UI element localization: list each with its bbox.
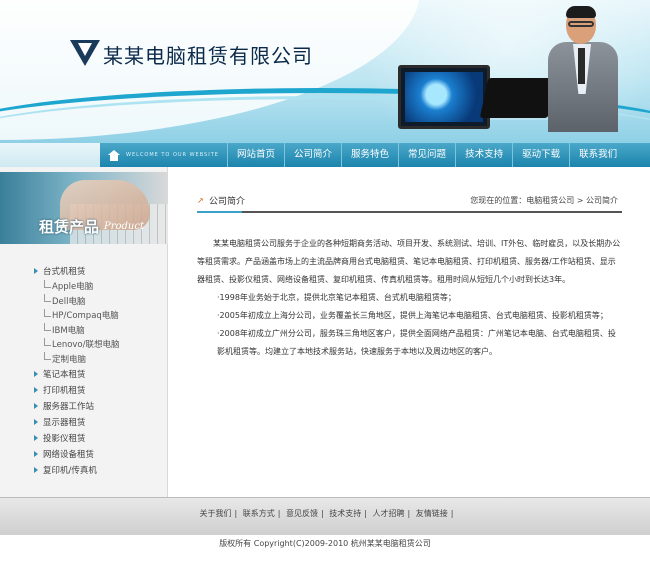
nav-item-about[interactable]: 公司简介 [284,143,341,167]
category-desktop[interactable]: 台式机租赁 [34,263,164,279]
history-item: ·2008年初成立广州分公司，服务珠三角地区客户，提供全面网络产品租赁：广州笔记… [217,329,616,356]
subcategory-label: Lenovo/联想电脑 [52,340,120,351]
nav-item-contact[interactable]: 联系我们 [569,143,626,167]
footer-links: 关于我们 | 联系方式 | 意见反馈 | 技术支持 | 人才招聘 | 友情链接 | [0,508,650,519]
nav-item-faq[interactable]: 常见问题 [398,143,455,167]
welcome-text: WELCOME TO OUR WEBSITE [126,152,219,158]
history-item: ·2005年初成立上海分公司，业务覆盖长三角地区，提供上海笔记本电脑租赁、台式电… [217,311,608,320]
subcategory-lenovo[interactable]: Lenovo/联想电脑 [34,337,164,352]
tree-line-icon [44,337,51,346]
category-server[interactable]: 服务器工作站 [34,398,164,414]
footer-link-jobs[interactable]: 人才招聘 [370,509,408,518]
category-copier[interactable]: 复印机/传真机 [34,462,164,478]
footer-link-feedback[interactable]: 意见反馈 [283,509,321,518]
subcategory-label: Apple电脑 [52,282,94,293]
content-title: 公司简介 [209,197,246,207]
nav-item-home[interactable]: 网站首页 [227,143,284,167]
copyright: 版权所有 Copyright(C)2009-2010 杭州某某电脑租赁公司 [219,539,431,548]
nav-home[interactable]: WELCOME TO OUR WEBSITE [100,143,220,167]
history-item: ·1998年业务始于北京，提供北京笔记本租赁、台式机电脑租赁等； [217,293,456,302]
nav-items: 网站首页 公司简介 服务特色 常见问题 技术支持 驱动下载 联系我们 [227,143,626,167]
tree-line-icon [44,308,51,317]
product-banner: 租赁产品 Product [0,172,168,244]
category-projector[interactable]: 投影仪租赁 [34,430,164,446]
subcategory-hp[interactable]: HP/Compaq电脑 [34,308,164,323]
home-icon[interactable] [108,149,120,161]
sidebar: 租赁产品 Product 台式机租赁 Apple电脑 Dell电脑 HP/Com… [0,167,168,497]
footer-link-contact[interactable]: 联系方式 [240,509,278,518]
sidebar-title: 租赁产品 [39,218,100,236]
monitor-image [398,65,490,129]
arrow-right-icon [34,451,38,457]
category-printer[interactable]: 打印机租赁 [34,382,164,398]
category-label: 复印机/传真机 [43,466,97,476]
nav-item-support[interactable]: 技术支持 [455,143,512,167]
arrow-right-icon [34,387,38,393]
content-body: 某某电脑租赁公司服务于企业的各种短期商务活动、项目开发、系统测试、培训、IT外包… [197,235,622,361]
subcategory-dell[interactable]: Dell电脑 [34,294,164,309]
category-laptop[interactable]: 笔记本租赁 [34,366,164,382]
title-underline [197,211,242,213]
subcategory-label: 定制电脑 [52,354,87,365]
tree-line-icon [44,294,51,303]
sidebar-title-en: Product [104,221,144,232]
page: { "header": {"company_name": "某某电脑租赁有限公司… [0,0,650,568]
header-banner: 某某电脑租赁有限公司 [0,0,650,143]
subcategory-label: Dell电脑 [52,296,86,307]
category-label: 投影仪租赁 [43,434,86,444]
intro-paragraph: 某某电脑租赁公司服务于企业的各种短期商务活动、项目开发、系统测试、培训、IT外包… [197,239,621,284]
category-label: 打印机租赁 [43,386,86,396]
subcategory-custom[interactable]: 定制电脑 [34,352,164,367]
company-name: 某某电脑租赁有限公司 [103,44,313,68]
main-nav: WELCOME TO OUR WEBSITE 网站首页 公司简介 服务特色 常见… [100,143,650,167]
subcategory-apple[interactable]: Apple电脑 [34,279,164,294]
breadcrumb[interactable]: 您现在的位置：电脑租赁公司 > 公司简介 [470,195,618,206]
arrow-right-icon [34,419,38,425]
footer-link-about[interactable]: 关于我们 [197,509,235,518]
category-label: 服务器工作站 [43,402,95,412]
arrow-right-icon [34,403,38,409]
category-label: 网络设备租赁 [43,450,95,460]
footer-link-support[interactable]: 技术支持 [326,509,364,518]
arrow-right-icon [34,467,38,473]
category-label: 显示器租赁 [43,418,86,428]
subcategory-ibm[interactable]: IBM电脑 [34,323,164,338]
category-label: 台式机租赁 [43,267,86,277]
category-network[interactable]: 网络设备租赁 [34,446,164,462]
subcategory-label: HP/Compaq电脑 [52,311,119,322]
company-logo-icon [70,40,100,66]
tree-line-icon [44,323,51,332]
arrow-right-icon [34,371,38,377]
footer-link-friends[interactable]: 友情链接 [413,509,451,518]
category-list: 台式机租赁 Apple电脑 Dell电脑 HP/Compaq电脑 IBM电脑 L… [34,263,164,478]
content-header: ↗ 公司简介 您现在的位置：电脑租赁公司 > 公司简介 [197,190,622,213]
businessman-image [540,4,645,132]
tree-line-icon [44,279,51,288]
nav-left-spacer [0,143,100,167]
arrow-icon: ↗ [197,196,204,205]
category-display[interactable]: 显示器租赁 [34,414,164,430]
category-label: 笔记本租赁 [43,370,86,380]
main-content: ↗ 公司简介 您现在的位置：电脑租赁公司 > 公司简介 某某电脑租赁公司服务于企… [197,190,622,361]
arrow-right-icon [34,268,38,274]
nav-item-services[interactable]: 服务特色 [341,143,398,167]
tree-line-icon [44,352,51,361]
arrow-right-icon [34,435,38,441]
subcategory-label: IBM电脑 [52,325,85,336]
nav-item-drivers[interactable]: 驱动下载 [512,143,569,167]
